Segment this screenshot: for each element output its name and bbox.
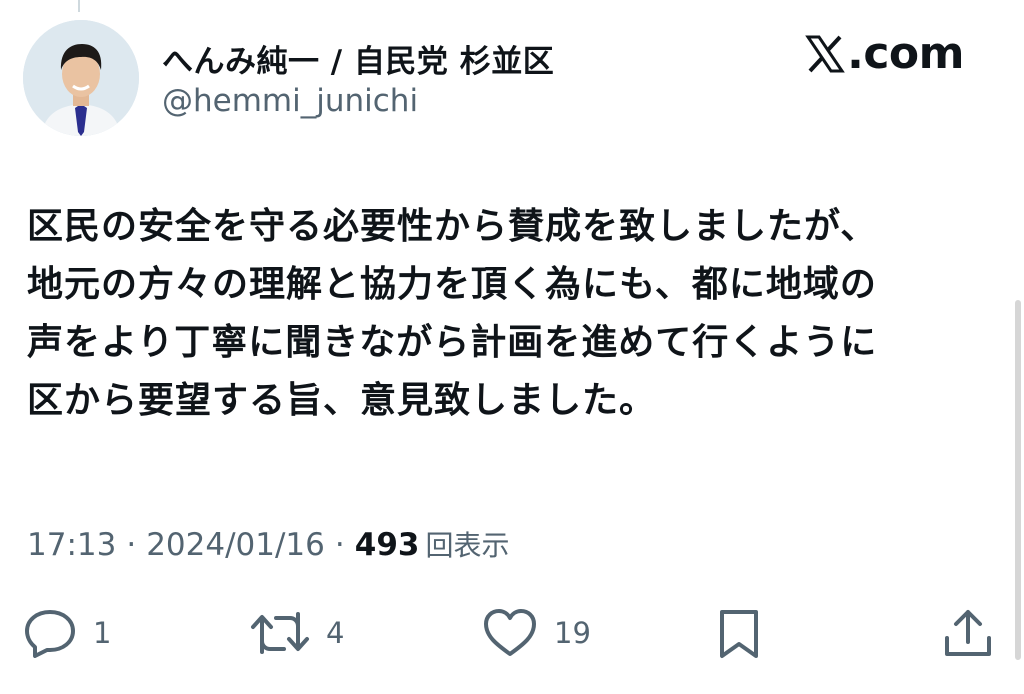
- tweet-line: 区から要望する旨、意見致しました。: [27, 380, 657, 421]
- tweet-line: 区民の安全を守る必要性から賛成を致しましたが、: [27, 206, 878, 247]
- avatar[interactable]: [23, 20, 139, 136]
- bookmark-icon: [720, 610, 758, 658]
- like-count: 19: [554, 616, 591, 650]
- scrollbar[interactable]: [1015, 300, 1021, 660]
- view-count: 493: [354, 527, 420, 563]
- tweet-meta: 17:13 · 2024/01/16 · 493 回表示: [27, 524, 509, 564]
- heart-icon: [484, 609, 536, 656]
- thread-connector-line: [78, 0, 80, 12]
- tweet-line: 声をより丁寧に聞きながら計画を進めて行くように: [27, 322, 878, 363]
- author-display-name[interactable]: へんみ純一 / 自民党 杉並区: [162, 36, 554, 81]
- retweet-button[interactable]: 4: [250, 608, 344, 658]
- reply-count: 1: [93, 616, 112, 650]
- like-button[interactable]: 19: [482, 608, 591, 658]
- brand-domain: .com: [847, 28, 964, 79]
- reply-button[interactable]: 1: [23, 608, 111, 658]
- tweet-date[interactable]: 2024/01/16: [146, 527, 325, 563]
- retweet-count: 4: [326, 616, 345, 650]
- x-logo-icon: [805, 35, 845, 73]
- reply-icon: [25, 610, 75, 658]
- author-handle[interactable]: @hemmi_junichi: [162, 83, 418, 119]
- meta-separator: ·: [126, 527, 137, 563]
- action-bar: 1 4 19: [0, 600, 1024, 670]
- tweet-line: 地元の方々の理解と協力を頂く為にも、都に地域の: [27, 264, 877, 305]
- retweet-icon: [251, 612, 309, 654]
- share-button[interactable]: [942, 608, 994, 660]
- bookmark-button[interactable]: [716, 608, 762, 660]
- share-icon: [945, 610, 991, 656]
- view-count-label: 回表示: [425, 529, 510, 562]
- brand-watermark: .com: [805, 32, 964, 76]
- tweet-text: 区民の安全を守る必要性から賛成を致しましたが、 地元の方々の理解と協力を頂く為に…: [27, 198, 992, 430]
- meta-separator: ·: [334, 527, 345, 563]
- tweet-time[interactable]: 17:13: [27, 527, 116, 563]
